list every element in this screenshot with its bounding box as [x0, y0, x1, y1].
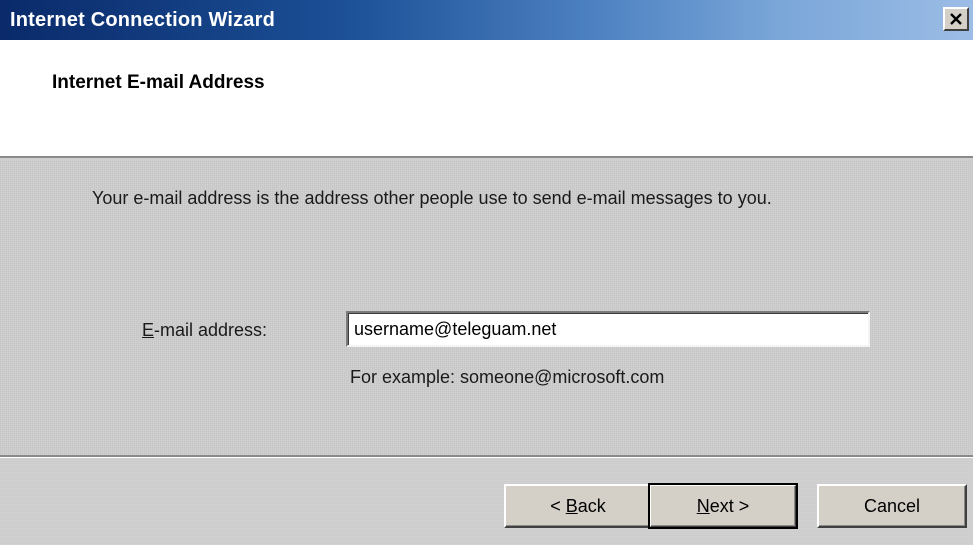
close-button[interactable] — [943, 7, 969, 31]
next-button[interactable]: Next > — [648, 483, 798, 529]
back-button[interactable]: < Back — [504, 484, 652, 528]
email-label-mnemonic: E — [142, 320, 155, 340]
header-panel: Internet E-mail Address — [0, 40, 973, 158]
example-text: For example: someone@microsoft.com — [350, 367, 665, 387]
back-mnemonic: B — [565, 495, 578, 516]
wizard-window: Internet Connection Wizard Internet E-ma… — [0, 0, 973, 545]
button-bar: < Back Next > Cancel — [0, 458, 973, 545]
back-prefix: < — [550, 495, 566, 516]
description-text: Your e-mail address is the address other… — [92, 188, 772, 208]
next-mnemonic: N — [696, 495, 710, 516]
content-panel: Your e-mail address is the address other… — [0, 160, 973, 455]
email-label-rest: -mail address: — [154, 320, 268, 340]
page-title: Internet E-mail Address — [52, 72, 265, 93]
close-icon — [950, 12, 962, 25]
email-address-input[interactable] — [346, 311, 870, 347]
cancel-button[interactable]: Cancel — [817, 484, 967, 528]
next-rest: ext > — [709, 495, 750, 516]
email-address-label: E-mail address: — [142, 320, 267, 341]
title-bar[interactable]: Internet Connection Wizard — [0, 0, 973, 40]
back-rest: ack — [577, 495, 606, 516]
window-title: Internet Connection Wizard — [10, 9, 276, 31]
